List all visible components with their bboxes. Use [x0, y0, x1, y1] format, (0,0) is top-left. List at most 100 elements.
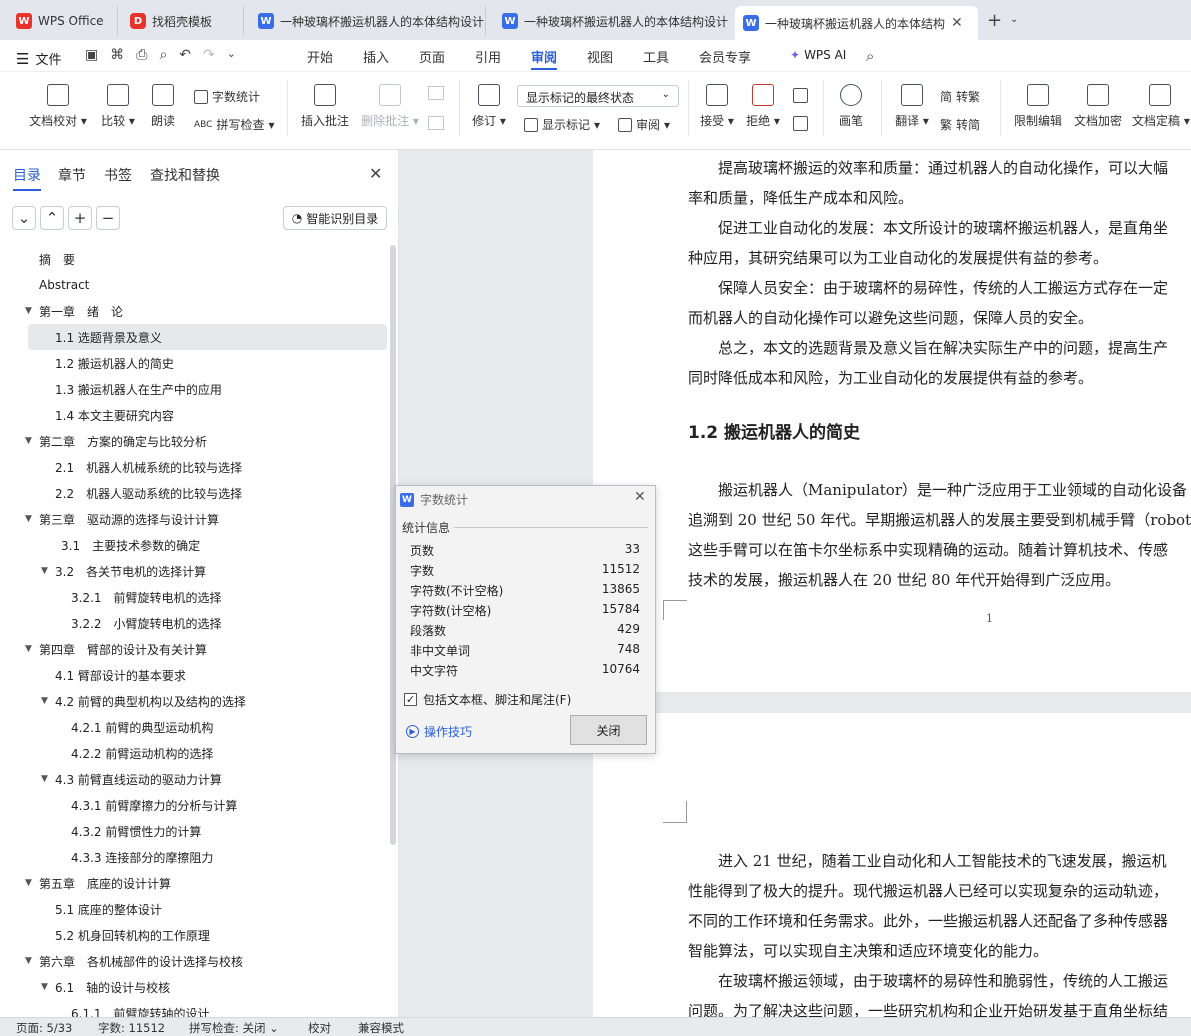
expand-up-button[interactable]: ⌃ [40, 206, 64, 230]
toc-item[interactable]: ▼ 6.1 轴的设计与校核 [0, 974, 390, 1000]
toc-item[interactable]: 4.1 臂部设计的基本要求 [0, 662, 390, 688]
save-icon[interactable]: ▣ [85, 47, 98, 63]
show-markup-button[interactable]: 显示标记 ▾ [524, 116, 600, 133]
menu-insert[interactable]: 插入 [363, 47, 389, 66]
next-comment-icon[interactable] [428, 116, 444, 130]
revise-button[interactable]: 修订 ▾ [470, 84, 508, 129]
toc-item[interactable]: Abstract [0, 272, 390, 298]
menu-view[interactable]: 视图 [587, 47, 613, 66]
tab-toc[interactable]: 目录 [13, 165, 41, 191]
compare-button[interactable]: 比较 ▾ [98, 84, 138, 129]
add-heading-button[interactable]: + [68, 206, 92, 230]
read-aloud-button[interactable]: 朗读 [146, 84, 180, 129]
to-simplified-button[interactable]: 繁转简 [940, 116, 980, 133]
smart-toc-button[interactable]: ◔ 智能识别目录 [283, 206, 387, 230]
toc-item[interactable]: 1.4 本文主要研究内容 [0, 402, 390, 428]
document-page-2[interactable]: 进入 21 世纪，随着工业自动化和人工智能技术的飞速发展，搬运机 性能得到了极大的… [593, 713, 1191, 1017]
to-traditional-button[interactable]: 简转繁 [940, 88, 980, 105]
expand-caret-icon[interactable]: ▼ [41, 696, 48, 706]
toc-item[interactable]: ▼ 4.2 前臂的典型机构以及结构的选择 [0, 688, 390, 714]
search-icon[interactable]: ⌕ [866, 47, 874, 65]
redo-icon[interactable]: ↷ [203, 47, 215, 63]
toc-item[interactable]: 4.2.1 前臂的典型运动机构 [0, 714, 390, 740]
menu-member[interactable]: 会员专享 [699, 47, 751, 66]
markup-state-select[interactable]: 显示标记的最终状态 ⌄ [517, 85, 679, 107]
insert-comment-button[interactable]: 插入批注 [300, 84, 350, 129]
toc-item[interactable]: 4.3.2 前臂惯性力的计算 [0, 818, 390, 844]
tab-wps-office[interactable]: W WPS Office [8, 6, 118, 36]
toc-item[interactable]: ▼ 第一章 绪 论 [0, 298, 390, 324]
tab-docer[interactable]: D 找稻壳模板 [122, 6, 244, 36]
document-page-1[interactable]: 提高玻璃杯搬运的效率和质量：通过机器人的自动化操作，可以大幅 率和质量，降低生产成… [593, 150, 1191, 692]
tab-document-active[interactable]: W 一种玻璃杯搬运机器人的本体结构设计 ✕ [735, 6, 978, 40]
tab-document-1[interactable]: W 一种玻璃杯搬运机器人的本体结构设计 [250, 6, 486, 36]
tab-find-replace[interactable]: 查找和替换 [150, 165, 220, 185]
accept-button[interactable]: 接受 ▾ [698, 84, 736, 129]
print-preview-icon[interactable]: ⌕ [159, 47, 167, 63]
close-pane-icon[interactable]: ✕ [369, 164, 382, 183]
tab-bookmarks[interactable]: 书签 [104, 165, 132, 185]
expand-caret-icon[interactable]: ▼ [25, 306, 32, 316]
toc-item[interactable]: 1.1 选题背景及意义 [28, 324, 387, 350]
expand-caret-icon[interactable]: ▼ [25, 878, 32, 888]
toc-item[interactable]: 4.3.1 前臂摩擦力的分析与计算 [0, 792, 390, 818]
translate-button[interactable]: 翻译 ▾ [893, 84, 931, 129]
include-textbox-checkbox[interactable]: ✓ 包括文本框、脚注和尾注(F) [404, 691, 571, 708]
toc-item[interactable]: 5.2 机身回转机构的工作原理 [0, 922, 390, 948]
toc-item[interactable]: 2.2 机器人驱动系统的比较与选择 [0, 480, 390, 506]
file-menu[interactable]: ☰ 文件 [16, 49, 61, 69]
toc-item[interactable]: ▼ 第四章 臂部的设计及有关计算 [0, 636, 390, 662]
new-tab-icon[interactable]: + [987, 10, 1002, 31]
next-change-icon[interactable] [793, 116, 808, 131]
pen-button[interactable]: 画笔 [835, 84, 867, 129]
expand-caret-icon[interactable]: ▼ [41, 774, 48, 784]
toc-item[interactable]: ▼ 3.2 各关节电机的选择计算 [0, 558, 390, 584]
toc-item[interactable]: 5.1 底座的整体设计 [0, 896, 390, 922]
review-pane-button[interactable]: 审阅 ▾ [618, 116, 670, 133]
toc-item[interactable]: ▼ 第二章 方案的确定与比较分析 [0, 428, 390, 454]
close-button[interactable]: 关闭 [570, 715, 647, 745]
toc-item[interactable]: 3.2.1 前臂旋转电机的选择 [0, 584, 390, 610]
expand-caret-icon[interactable]: ▼ [25, 956, 32, 966]
toc-item[interactable]: 3.1 主要技术参数的确定 [0, 532, 390, 558]
toc-item[interactable]: 3.2.2 小臂旋转电机的选择 [0, 610, 390, 636]
tab-sections[interactable]: 章节 [58, 165, 86, 185]
proofread-status[interactable]: 校对 [308, 1020, 331, 1036]
expand-caret-icon[interactable]: ▼ [41, 566, 48, 576]
close-dialog-icon[interactable]: ✕ [634, 489, 646, 505]
prev-comment-icon[interactable] [428, 86, 444, 100]
menu-home[interactable]: 开始 [307, 47, 333, 66]
menu-review[interactable]: 审阅 [531, 47, 558, 70]
toc-item[interactable]: ▼ 第五章 底座的设计计算 [0, 870, 390, 896]
expand-caret-icon[interactable]: ▼ [25, 436, 32, 446]
remove-heading-button[interactable]: − [96, 206, 120, 230]
toc-item[interactable]: 4.2.2 前臂运动机构的选择 [0, 740, 390, 766]
toc-item[interactable]: 摘 要 [0, 246, 390, 272]
toc-item[interactable]: 4.3.3 连接部分的摩擦阻力 [0, 844, 390, 870]
undo-icon[interactable]: ↶ [179, 47, 191, 63]
menu-page[interactable]: 页面 [419, 47, 445, 66]
tips-link[interactable]: ▶ 操作技巧 [406, 723, 472, 740]
expand-caret-icon[interactable]: ▼ [41, 982, 48, 992]
spell-check-status[interactable]: 拼写检查: 关闭 ⌄ [189, 1020, 279, 1036]
toc-item[interactable]: ▼ 4.3 前臂直线运动的驱动力计算 [0, 766, 390, 792]
toc-item[interactable]: 1.3 搬运机器人在生产中的应用 [0, 376, 390, 402]
encrypt-button[interactable]: 文档加密 [1072, 84, 1124, 129]
close-tab-icon[interactable]: ✕ [951, 15, 963, 31]
delete-comment-button[interactable]: 删除批注 ▾ [360, 84, 420, 129]
toc-item[interactable]: 1.2 搬运机器人的简史 [0, 350, 390, 376]
page-indicator[interactable]: 页面: 5/33 [16, 1020, 72, 1036]
menu-tools[interactable]: 工具 [643, 47, 669, 66]
word-count-indicator[interactable]: 字数: 11512 [98, 1020, 165, 1036]
share-icon[interactable]: ⌘ [110, 47, 124, 63]
print-icon[interactable]: ⎙ [136, 47, 147, 63]
reject-button[interactable]: 拒绝 ▾ [744, 84, 782, 129]
previous-change-icon[interactable] [793, 88, 808, 103]
chevron-down-icon[interactable]: ⌄ [1010, 14, 1018, 25]
chevron-down-icon[interactable]: ⌄ [227, 47, 236, 63]
toc-item[interactable]: ▼ 第三章 驱动源的选择与设计计算 [0, 506, 390, 532]
tab-document-2[interactable]: W 一种玻璃杯搬运机器人的本体结构设计 [494, 6, 730, 36]
toc-item[interactable]: 2.1 机器人机械系统的比较与选择 [0, 454, 390, 480]
spell-check-button[interactable]: ABC 拼写检查 ▾ [194, 116, 275, 133]
collapse-all-button[interactable]: ⌄ [12, 206, 36, 230]
